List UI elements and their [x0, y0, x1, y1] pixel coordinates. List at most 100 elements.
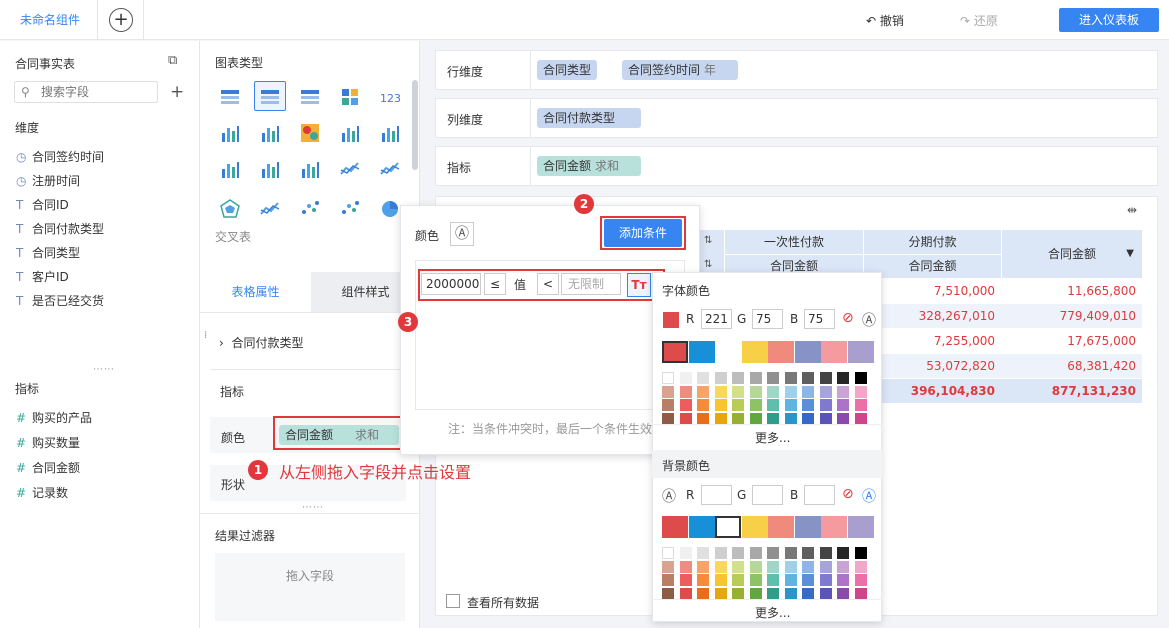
search-input[interactable] — [41, 84, 151, 100]
color-swatch[interactable] — [784, 560, 797, 573]
color-swatch[interactable] — [767, 587, 779, 600]
field-item[interactable]: T 是否已经交货 — [16, 291, 104, 311]
color-swatch[interactable] — [697, 372, 709, 384]
auto-color-icon[interactable]: Ⓐ — [662, 486, 676, 506]
color-swatch[interactable] — [854, 399, 867, 411]
color-swatch[interactable] — [847, 341, 874, 363]
color-swatch[interactable] — [768, 341, 794, 363]
line-chart-icon[interactable] — [337, 156, 363, 182]
color-swatch[interactable] — [662, 516, 688, 538]
b-input[interactable] — [804, 485, 835, 505]
color-swatch[interactable] — [767, 560, 779, 573]
color-swatch[interactable] — [749, 547, 762, 559]
add-field-icon[interactable]: + — [170, 82, 184, 102]
color-swatch[interactable] — [714, 412, 727, 425]
color-swatch[interactable] — [767, 412, 779, 425]
field-item[interactable]: T 合同付款类型 — [16, 219, 104, 239]
col-dim-pill[interactable]: 合同付款类型 — [537, 108, 641, 128]
field-item[interactable]: # 购买数量 — [16, 433, 80, 453]
color-swatch[interactable] — [679, 372, 692, 384]
color-swatch[interactable] — [741, 341, 768, 363]
more-colors-link[interactable]: 更多... — [755, 604, 790, 621]
color-swatch[interactable] — [679, 560, 692, 573]
color-swatch[interactable] — [768, 516, 794, 538]
tab-table-properties[interactable]: 表格属性 — [200, 272, 311, 312]
color-swatch[interactable] — [854, 385, 867, 398]
bubble-icon[interactable] — [337, 196, 363, 222]
table-icon[interactable] — [217, 84, 243, 110]
color-swatch[interactable] — [821, 516, 847, 538]
color-swatch[interactable] — [784, 372, 797, 384]
field-item[interactable]: ◷ 注册时间 — [16, 171, 80, 191]
color-swatch[interactable] — [819, 547, 832, 559]
color-swatch[interactable] — [767, 574, 779, 586]
color-swatch[interactable] — [679, 385, 692, 398]
color-swatch[interactable] — [784, 574, 797, 586]
color-swatch[interactable] — [697, 574, 709, 586]
color-swatch[interactable] — [767, 399, 779, 411]
caret-down-icon[interactable]: ▼ — [1126, 230, 1134, 278]
color-swatch[interactable] — [715, 341, 741, 363]
color-swatch[interactable] — [837, 574, 849, 586]
field-item[interactable]: T 合同ID — [16, 195, 69, 215]
color-swatch[interactable] — [688, 516, 715, 538]
g-input[interactable] — [752, 485, 783, 505]
color-swatch[interactable] — [794, 516, 821, 538]
scatter-bar-icon[interactable] — [297, 156, 323, 182]
area-chart-icon[interactable] — [257, 196, 283, 222]
sort-icon[interactable]: ⇅ — [704, 235, 712, 246]
color-swatch[interactable] — [732, 385, 744, 398]
field-item[interactable]: T 合同类型 — [16, 243, 80, 263]
color-swatch[interactable] — [662, 341, 688, 363]
tab-unnamed-component[interactable]: 未命名组件 — [0, 0, 98, 40]
sort-icon[interactable]: ⇅ — [704, 259, 712, 270]
color-swatch[interactable] — [662, 547, 674, 559]
color-swatch[interactable] — [732, 560, 744, 573]
color-swatch[interactable] — [802, 560, 814, 573]
color-swatch[interactable] — [784, 412, 797, 425]
radar-icon[interactable] — [217, 196, 243, 222]
no-color-icon[interactable]: ⊘ — [842, 310, 854, 326]
color-swatch[interactable] — [767, 372, 779, 384]
color-swatch[interactable] — [714, 574, 727, 586]
add-tab-button[interactable]: + — [109, 8, 133, 32]
color-swatch[interactable] — [697, 399, 709, 411]
auto-color-icon[interactable]: Ⓐ — [862, 486, 876, 506]
color-swatch[interactable] — [794, 341, 821, 363]
enter-dashboard-button[interactable]: 进入仪表板 — [1059, 8, 1159, 32]
color-swatch[interactable] — [662, 385, 674, 398]
search-field[interactable]: ⚲ — [14, 81, 158, 103]
color-swatch[interactable] — [749, 412, 762, 425]
color-swatch[interactable] — [854, 587, 867, 600]
color-swatch[interactable] — [819, 574, 832, 586]
color-swatch[interactable] — [697, 385, 709, 398]
resize-handle[interactable]: ⋯⋯ — [93, 364, 115, 375]
color-swatch[interactable] — [837, 372, 849, 384]
no-color-icon[interactable]: ⊘ — [842, 486, 854, 502]
table-highlight-icon[interactable] — [257, 84, 283, 110]
color-swatch[interactable] — [679, 574, 692, 586]
color-swatch[interactable] — [802, 412, 814, 425]
color-swatch[interactable] — [854, 372, 867, 384]
color-swatch[interactable] — [697, 587, 709, 600]
r-input[interactable] — [701, 485, 732, 505]
heatmap-icon[interactable] — [297, 120, 323, 146]
field-item[interactable]: # 合同金额 — [16, 458, 80, 478]
color-swatch[interactable] — [802, 385, 814, 398]
color-swatch[interactable] — [749, 574, 762, 586]
color-swatch[interactable] — [679, 412, 692, 425]
color-swatch[interactable] — [732, 372, 744, 384]
b-input[interactable]: 75 — [804, 309, 835, 329]
heatmap-table-icon[interactable] — [217, 120, 243, 146]
row-dim-pill[interactable]: 合同类型 — [537, 60, 598, 80]
color-swatch[interactable] — [714, 547, 727, 559]
color-swatch[interactable] — [819, 385, 832, 398]
number-icon[interactable]: 123 — [377, 84, 403, 110]
measure-pill[interactable]: 合同金额 求和 — [537, 156, 641, 176]
dot-table-icon[interactable] — [257, 120, 283, 146]
color-swatch[interactable] — [749, 560, 762, 573]
color-swatch[interactable] — [802, 547, 814, 559]
color-swatch[interactable] — [714, 372, 727, 384]
color-swatch[interactable] — [819, 560, 832, 573]
more-colors-link[interactable]: 更多... — [755, 429, 790, 446]
